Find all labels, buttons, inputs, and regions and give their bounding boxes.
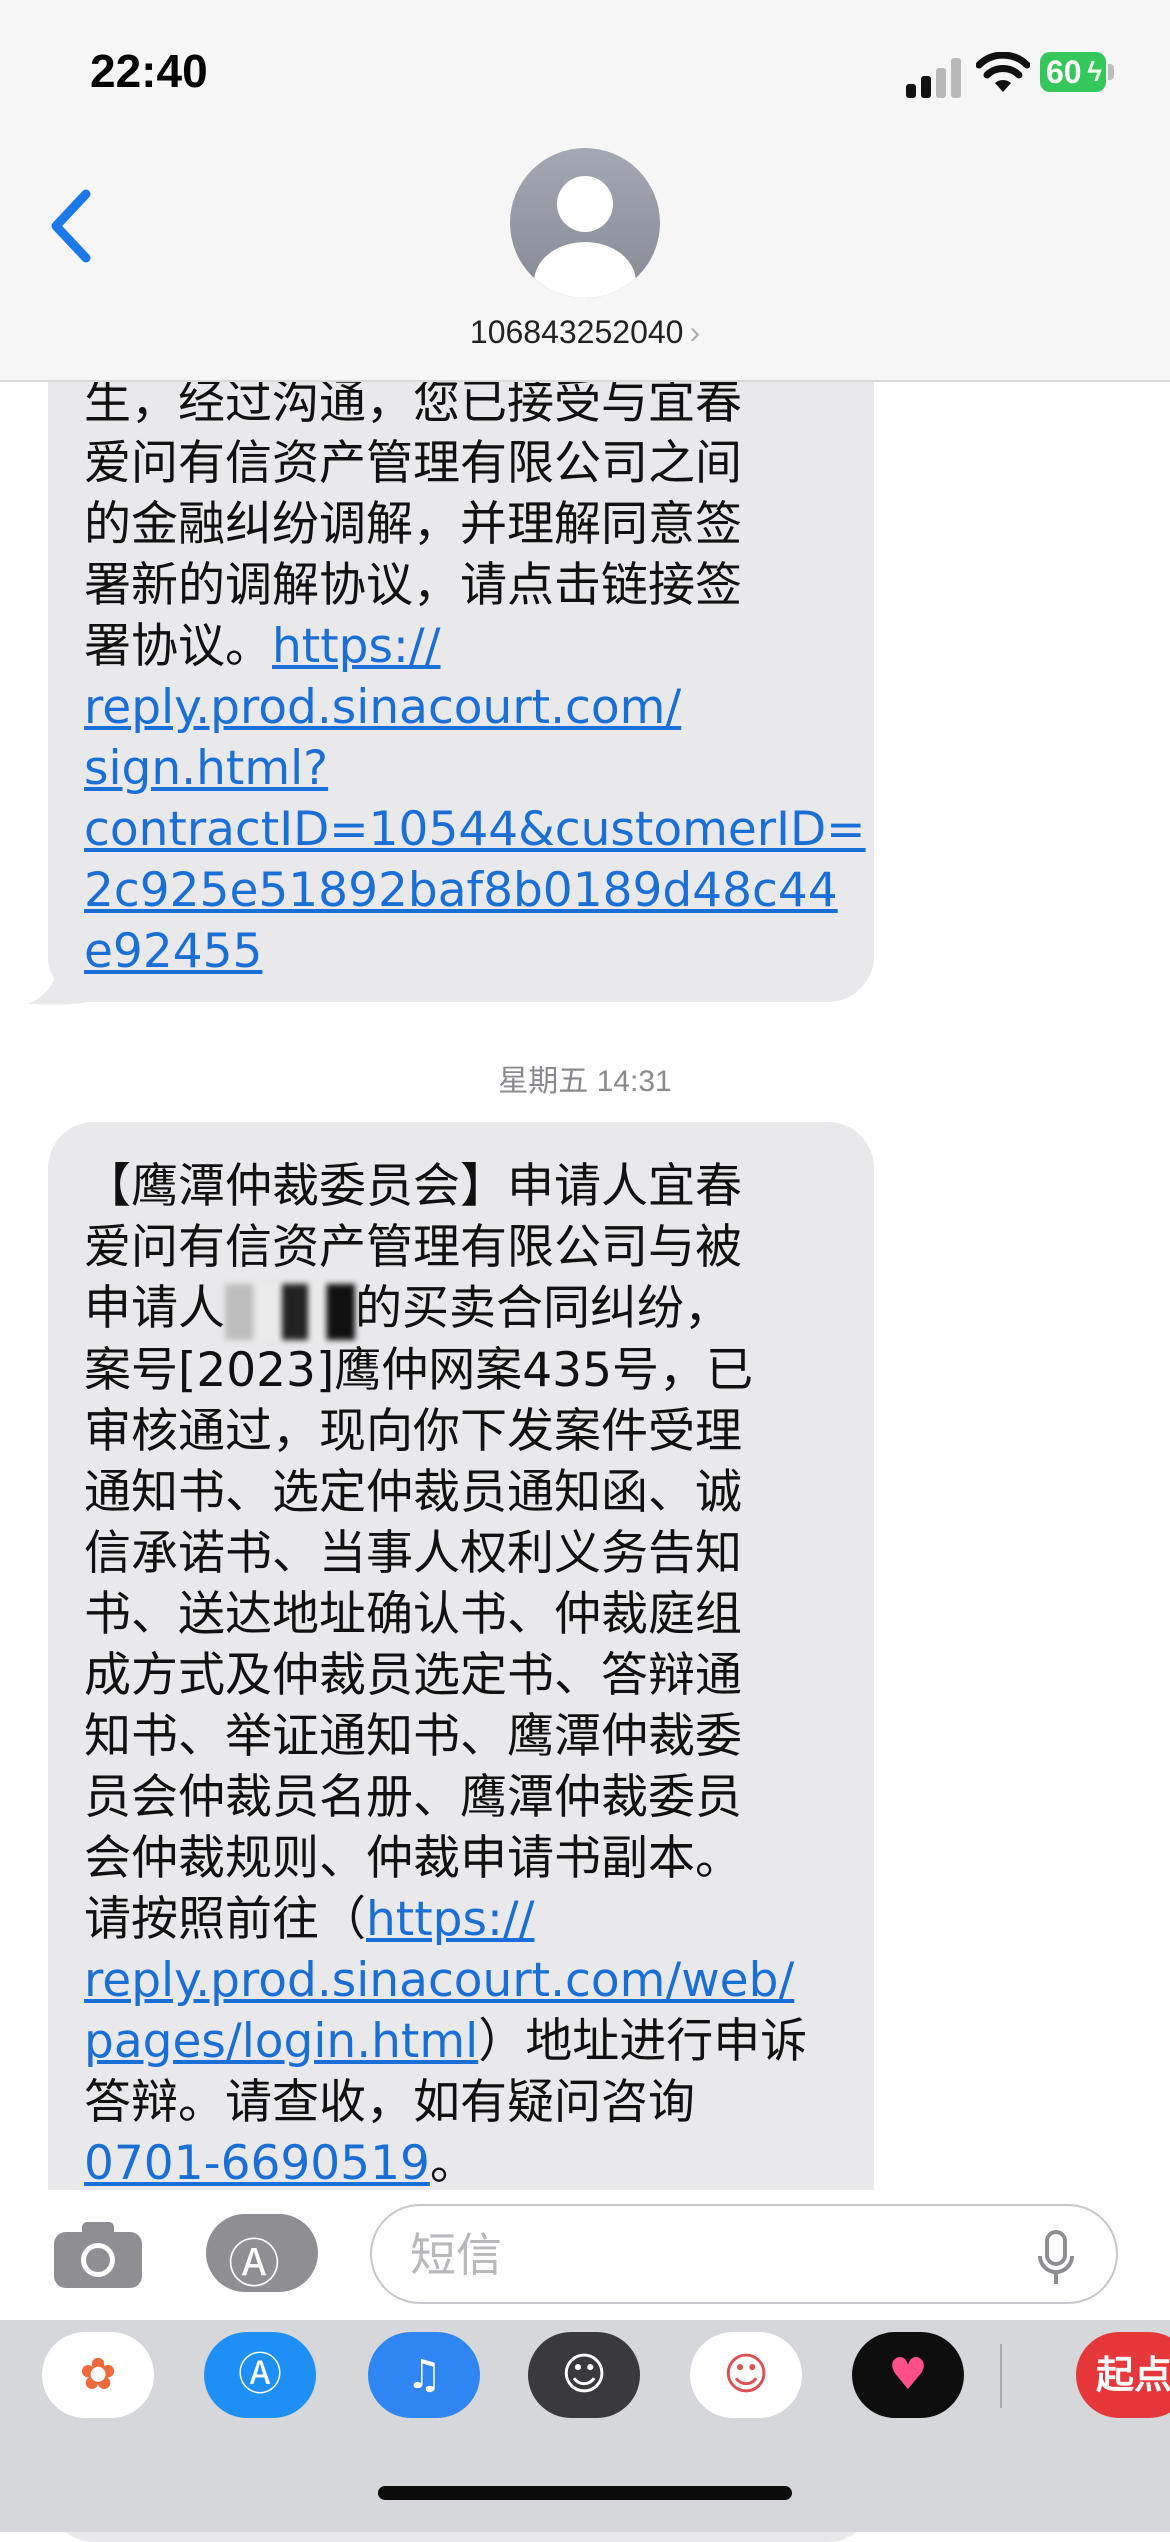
photos-app-icon[interactable]: ✿: [42, 2332, 154, 2418]
battery-cap: [1108, 64, 1114, 80]
contact-name[interactable]: 106843252040 ›: [0, 314, 1170, 351]
conversation-header: 22:40 60 ϟ 106843252040 ›: [0, 0, 1170, 382]
digital-touch-icon[interactable]: ♥: [852, 2332, 964, 2418]
chevron-right-icon: ›: [689, 314, 701, 350]
message-input[interactable]: [408, 2224, 1012, 2286]
imessage-app-strip: ✿ Ⓐ ♫ ☺ ☺ ♥ 起点: [0, 2320, 1170, 2532]
app-store-button[interactable]: Ⓐ: [206, 2214, 318, 2295]
battery-icon: 60 ϟ: [1040, 52, 1106, 92]
back-chevron-icon[interactable]: [44, 186, 96, 266]
charging-bolt-icon: ϟ: [1087, 56, 1102, 87]
redacted-name: [225, 1283, 355, 1340]
cellular-signal-icon: [906, 58, 961, 98]
audio-message-icon[interactable]: ♫: [368, 2332, 480, 2418]
app-store-app-icon[interactable]: Ⓐ: [204, 2332, 316, 2418]
app-store-icon: Ⓐ: [228, 2235, 281, 2295]
microphone-icon[interactable]: [1036, 2230, 1076, 2286]
contact-avatar[interactable]: [510, 148, 660, 298]
qidian-app-label: 起点: [1095, 2353, 1170, 2397]
camera-icon[interactable]: [52, 2218, 144, 2290]
message-timestamp: 星期五 14:31: [498, 1065, 672, 1098]
message-bubble-incoming[interactable]: 生，经过沟通，您已接受与宜春 爱问有信资产管理有限公司之间 的金融纠纷调解，并理…: [48, 300, 874, 1002]
battery-level: 60: [1046, 54, 1082, 90]
qidian-app-icon[interactable]: 起点: [1076, 2332, 1170, 2418]
compose-bar: Ⓐ: [0, 2190, 1170, 2320]
message-text-part: 。: [429, 2135, 477, 2191]
memoji-stickers-icon[interactable]: ☺: [690, 2332, 802, 2418]
home-indicator[interactable]: [378, 2486, 792, 2500]
message-field[interactable]: [370, 2204, 1118, 2304]
strip-divider: [1000, 2344, 1002, 2408]
status-time: 22:40: [90, 45, 208, 97]
wifi-icon: [976, 52, 1030, 92]
message-text-part: 的买卖合同纠纷， 案号[2023]鹰仲网案435号，已 审核通过，现向你下发案件…: [84, 1281, 753, 1947]
phone-link[interactable]: 0701-6690519: [84, 2136, 430, 2191]
contact-number: 106843252040: [469, 314, 684, 350]
memoji-icon[interactable]: ☺: [528, 2332, 640, 2418]
